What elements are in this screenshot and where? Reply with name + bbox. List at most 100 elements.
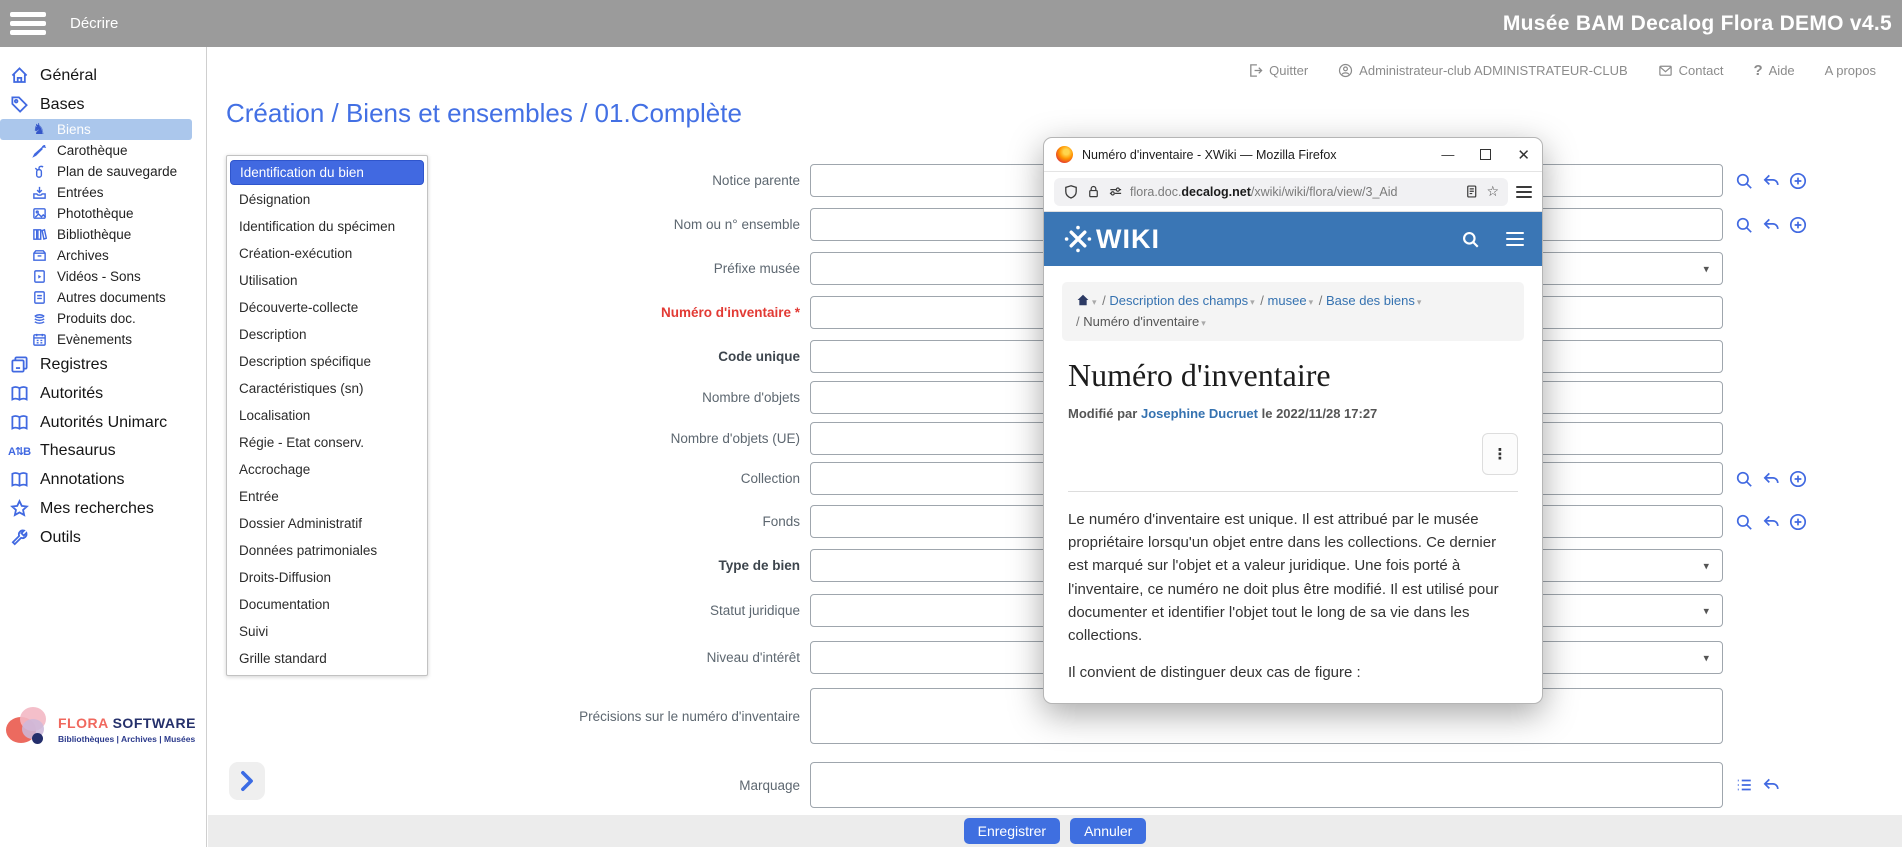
tab-identification-du-bien[interactable]: Identification du bien (230, 160, 424, 185)
sidebar-item-plan-sauvegarde[interactable]: Plan de sauvegarde (0, 161, 206, 182)
caret-down-icon[interactable]: ▾ (1201, 318, 1206, 328)
tab-creation-execution[interactable]: Création-exécution (227, 240, 427, 267)
search-icon[interactable] (1735, 216, 1753, 234)
tab-documentation[interactable]: Documentation (227, 591, 427, 618)
url-text[interactable]: flora.doc.decalog.net/xwiki/wiki/flora/v… (1130, 185, 1457, 199)
add-circle-icon[interactable] (1789, 513, 1807, 531)
tab-caracteristiques-sn[interactable]: Caractéristiques (sn) (227, 375, 427, 402)
sidebar-item-annotations[interactable]: Annotations (0, 465, 206, 494)
browser-menu-icon[interactable] (1516, 183, 1532, 201)
apropos-button[interactable]: A propos (1825, 63, 1876, 78)
wiki-search-icon[interactable] (1461, 230, 1480, 249)
next-section-button[interactable] (229, 762, 265, 800)
tab-utilisation[interactable]: Utilisation (227, 267, 427, 294)
image-icon (30, 206, 48, 221)
breadcrumb-link[interactable]: musee (1268, 293, 1307, 308)
search-icon[interactable] (1735, 513, 1753, 531)
permissions-icon[interactable] (1108, 184, 1123, 199)
maximize-button[interactable] (1480, 149, 1491, 160)
contact-button[interactable]: Contact (1658, 63, 1724, 78)
tab-droits-diffusion[interactable]: Droits-Diffusion (227, 564, 427, 591)
xwiki-logo[interactable]: WIKI (1062, 223, 1160, 255)
wiki-menu-icon[interactable] (1506, 228, 1524, 249)
sidebar-item-autres-documents[interactable]: Autres documents (0, 287, 206, 308)
sidebar-item-autorites[interactable]: Autorités (0, 379, 206, 408)
add-circle-icon[interactable] (1789, 172, 1807, 190)
sidebar-item-phototheque[interactable]: Photothèque (0, 203, 206, 224)
sidebar-item-thesaurus[interactable]: A⇅B Thesaurus (0, 437, 206, 465)
breadcrumb-link[interactable]: Description des champs (1109, 293, 1248, 308)
sidebar-item-general[interactable]: Général (0, 61, 206, 90)
app-header: Décrire Musée BAM Decalog Flora DEMO v4.… (0, 0, 1902, 47)
sidebar-item-bases[interactable]: Bases (0, 90, 206, 119)
caret-down-icon[interactable]: ▾ (1250, 297, 1255, 307)
current-user[interactable]: Administrateur-club ADMINISTRATEUR-CLUB (1338, 63, 1627, 78)
search-icon[interactable] (1735, 172, 1753, 190)
brand-software: SOFTWARE (113, 715, 196, 731)
breadcrumb-home-icon[interactable] (1076, 293, 1090, 307)
chess-knight-icon: ♞ (30, 122, 48, 137)
window-titlebar[interactable]: Numéro d'inventaire - XWiki — Mozilla Fi… (1044, 138, 1542, 172)
minimize-button[interactable]: — (1441, 147, 1454, 162)
close-button[interactable]: ✕ (1517, 146, 1530, 164)
save-button[interactable]: Enregistrer (964, 818, 1060, 844)
lock-icon[interactable] (1086, 184, 1101, 199)
tab-donnees-patrimoniales[interactable]: Données patrimoniales (227, 537, 427, 564)
sidebar-item-evenements[interactable]: Evènements (0, 329, 206, 350)
page-title: Création / Biens et ensembles / 01.Compl… (226, 98, 742, 129)
shield-icon[interactable] (1063, 184, 1079, 200)
tab-dossier-administratif[interactable]: Dossier Administratif (227, 510, 427, 537)
reader-mode-icon[interactable] (1464, 184, 1479, 199)
add-circle-icon[interactable] (1789, 216, 1807, 234)
tab-grille-standard[interactable]: Grille standard (227, 645, 427, 672)
cancel-button[interactable]: Annuler (1070, 818, 1146, 844)
tab-localisation[interactable]: Localisation (227, 402, 427, 429)
tab-decouverte-collecte[interactable]: Découverte-collecte (227, 294, 427, 321)
tab-suivi[interactable]: Suivi (227, 618, 427, 645)
sidebar-item-biens[interactable]: ♞ Biens (0, 119, 192, 140)
breadcrumb-current: Numéro d'inventaire (1083, 314, 1199, 329)
tab-designation[interactable]: Désignation (227, 186, 427, 213)
undo-icon[interactable] (1762, 776, 1780, 794)
sidebar-item-carotheque[interactable]: Carothèque (0, 140, 206, 161)
add-circle-icon[interactable] (1789, 470, 1807, 488)
undo-icon[interactable] (1762, 216, 1780, 234)
module-label: Décrire (70, 15, 118, 32)
sidebar-item-label: Evènements (57, 332, 132, 347)
sidebar-item-produits-doc[interactable]: Produits doc. (0, 308, 206, 329)
caret-down-icon[interactable]: ▾ (1309, 297, 1314, 307)
tab-regie-etat-conserv[interactable]: Régie - Etat conserv. (227, 429, 427, 456)
url-bar[interactable]: flora.doc.decalog.net/xwiki/wiki/flora/v… (1054, 178, 1508, 206)
sidebar-item-outils[interactable]: Outils (0, 523, 206, 552)
tab-entree[interactable]: Entrée (227, 483, 427, 510)
undo-icon[interactable] (1762, 172, 1780, 190)
breadcrumb-link[interactable]: Base des biens (1326, 293, 1415, 308)
undo-icon[interactable] (1762, 513, 1780, 531)
caret-down-icon[interactable]: ▾ (1092, 297, 1097, 307)
tab-description-specifique[interactable]: Description spécifique (227, 348, 427, 375)
sidebar-item-registres[interactable]: Registres (0, 350, 206, 379)
sidebar-item-videos-sons[interactable]: Vidéos - Sons (0, 266, 206, 287)
list-icon[interactable] (1735, 776, 1753, 794)
author-link[interactable]: Josephine Ducruet (1141, 406, 1258, 421)
star-icon (8, 499, 30, 518)
quitter-button[interactable]: Quitter (1248, 63, 1308, 78)
sidebar-item-bibliotheque[interactable]: Bibliothèque (0, 224, 206, 245)
aide-button[interactable]: ? Aide (1753, 62, 1794, 79)
undo-icon[interactable] (1762, 470, 1780, 488)
sidebar-item-archives[interactable]: Archives (0, 245, 206, 266)
sidebar-item-entrees[interactable]: Entrées (0, 182, 206, 203)
search-icon[interactable] (1735, 470, 1753, 488)
field-label-required: Numéro d'inventaire * (426, 305, 810, 320)
main-menu-icon[interactable] (10, 8, 46, 39)
article-more-actions-button[interactable]: ⋮ (1482, 433, 1518, 475)
tab-identification-du-specimen[interactable]: Identification du spécimen (227, 213, 427, 240)
tab-description[interactable]: Description (227, 321, 427, 348)
field-label: Type de bien (426, 558, 810, 573)
sidebar-item-autorites-unimarc[interactable]: Autorités Unimarc (0, 408, 206, 437)
tab-accrochage[interactable]: Accrochage (227, 456, 427, 483)
sidebar-item-mes-recherches[interactable]: Mes recherches (0, 494, 206, 523)
marquage-textarea[interactable] (810, 762, 1723, 808)
bookmark-star-icon[interactable]: ☆ (1486, 183, 1499, 200)
caret-down-icon[interactable]: ▾ (1417, 297, 1422, 307)
